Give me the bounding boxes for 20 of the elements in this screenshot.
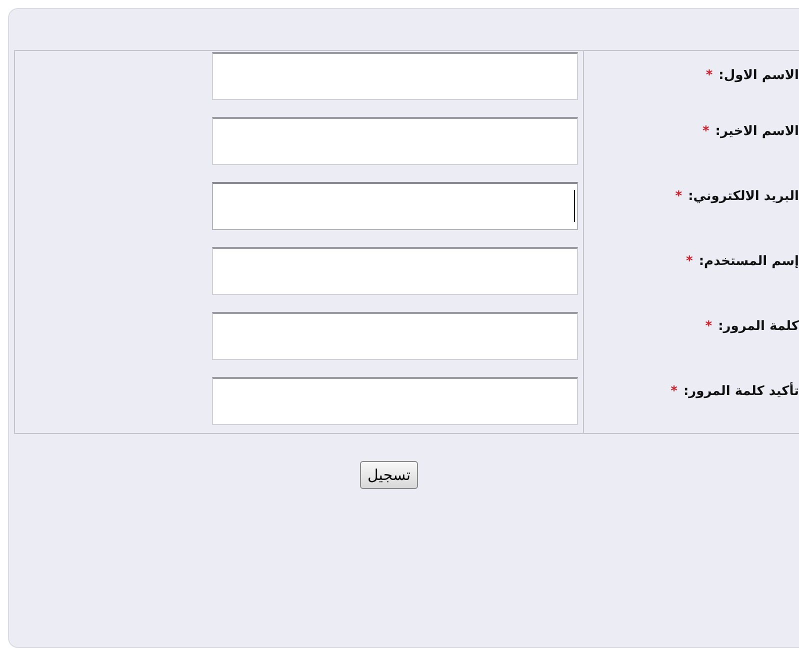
required-mark: * (705, 319, 712, 334)
register-button[interactable]: تسجيل (360, 461, 418, 489)
input-field[interactable] (212, 312, 578, 360)
input-field[interactable] (212, 377, 578, 425)
field-label: إسم المستخدم: (698, 254, 799, 269)
required-mark: * (702, 124, 710, 139)
field-label: البريد الالكتروني: (688, 189, 799, 204)
input-field[interactable] (212, 117, 578, 165)
required-mark: * (675, 189, 682, 204)
input-field[interactable] (212, 52, 578, 100)
required-mark: * (670, 384, 678, 399)
input-field[interactable] (212, 182, 578, 230)
field-label: الاسم الاول: (718, 68, 799, 83)
field-label: تأكيد كلمة المرور: (683, 384, 799, 399)
field-label: كلمة المرور: (718, 319, 799, 334)
input-field[interactable] (212, 247, 578, 295)
required-mark: * (686, 254, 693, 269)
required-mark: * (706, 68, 713, 83)
text-cursor (574, 190, 575, 222)
field-label: الاسم الاخير: (715, 124, 799, 139)
